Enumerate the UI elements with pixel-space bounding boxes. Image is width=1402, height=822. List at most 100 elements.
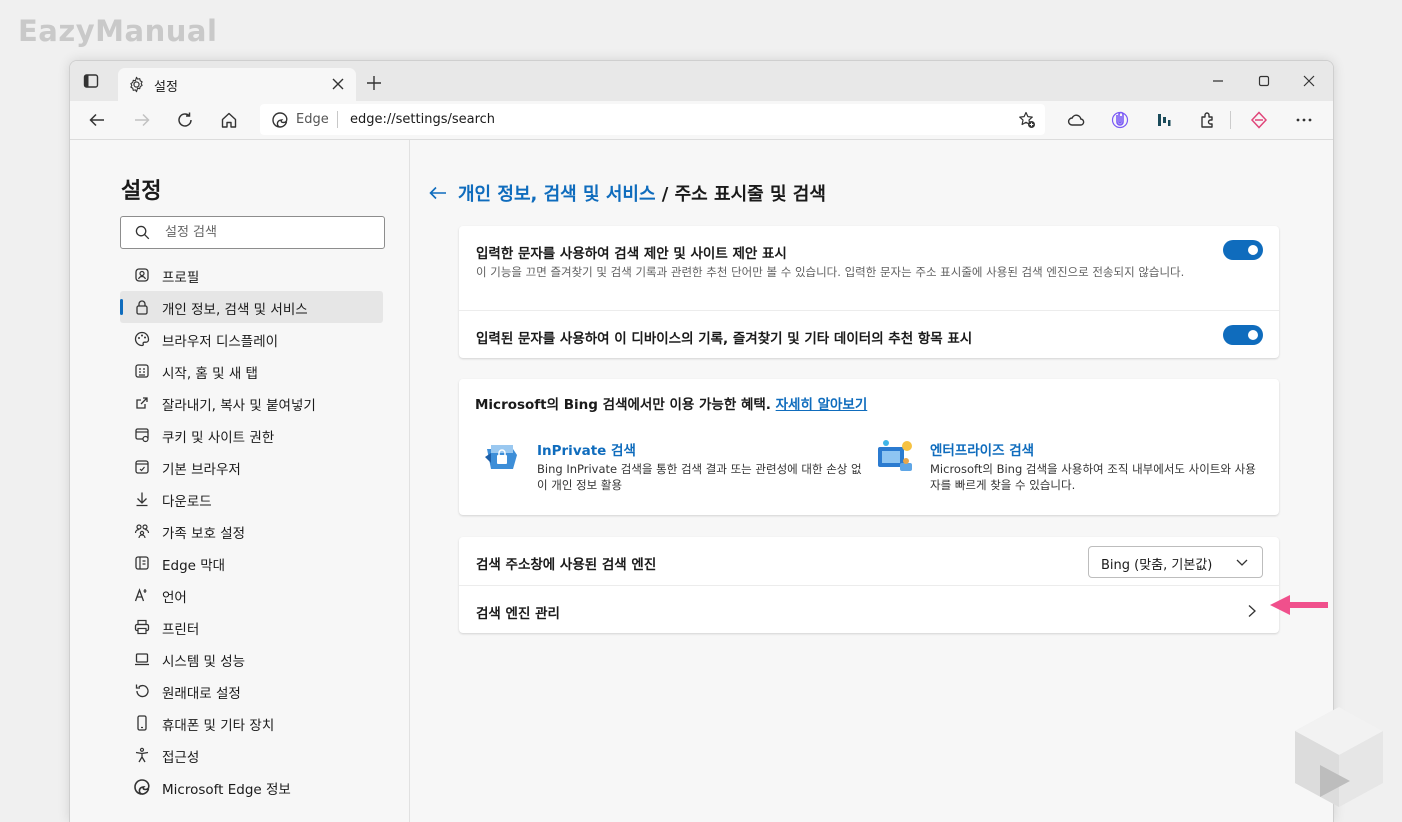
breadcrumb-parent-link[interactable]: 개인 정보, 검색 및 서비스 xyxy=(458,184,656,205)
sidebar-item-cookies[interactable]: 쿠키 및 사이트 권한 xyxy=(120,419,383,451)
settings-main: 개인 정보, 검색 및 서비스 / 주소 표시줄 및 검색 입력한 문자를 사용… xyxy=(410,140,1333,822)
inprivate-search-title[interactable]: InPrivate 검색 xyxy=(537,439,636,459)
manage-search-engines-label: 검색 엔진 관리 xyxy=(476,606,560,622)
sidebar-item-default-browser[interactable]: 기본 브라우저 xyxy=(120,451,383,483)
sidebar-item-printers[interactable]: 프린터 xyxy=(120,611,383,643)
tab-settings[interactable]: 설정 xyxy=(118,68,356,101)
add-favorite-icon[interactable] xyxy=(1018,111,1036,129)
gear-icon xyxy=(130,76,143,93)
sidebar-item-label: 잘라내기, 복사 및 붙여넣기 xyxy=(162,398,316,414)
sidebar-item-accessibility[interactable]: 접근성 xyxy=(120,739,383,771)
toolbar: Edge edge://settings/search xyxy=(70,101,1333,140)
sidebar-item-profile[interactable]: 프로필 xyxy=(120,259,383,291)
pink-pointer-arrow-icon xyxy=(1270,595,1328,615)
sidebar-item-family[interactable]: 가족 보호 설정 xyxy=(120,515,383,547)
lock-icon xyxy=(136,300,148,315)
bar-icon xyxy=(135,556,149,570)
sidebar-item-languages[interactable]: 언어 xyxy=(120,579,383,611)
clip-extension-icon[interactable] xyxy=(1111,111,1129,129)
chevron-right-icon xyxy=(1248,605,1256,617)
tab-actions-icon[interactable] xyxy=(83,73,99,89)
sidebar-item-reset[interactable]: 원래대로 설정 xyxy=(120,675,383,707)
search-engine-card: 검색 주소창에 사용된 검색 엔진 Bing (맞춤, 기본값) 검색 엔진 관… xyxy=(459,537,1279,633)
sidebar-item-label: 휴대폰 및 기타 장치 xyxy=(162,718,275,734)
sidebar-item-label: 프로필 xyxy=(162,270,200,286)
extensions-icon[interactable] xyxy=(1199,111,1217,129)
settings-sidebar: 설정 프로필 개인 정보, 검색 및 서비스 브라우저 디스플레이 xyxy=(70,140,410,822)
learn-more-link[interactable]: 자세히 알아보기 xyxy=(776,397,868,413)
history-suggestions-title: 입력된 문자를 사용하여 이 디바이스의 기록, 즐겨찾기 및 기타 데이터의 … xyxy=(476,331,973,347)
url-text[interactable]: edge://settings/search xyxy=(350,112,495,127)
sidebar-item-label: 언어 xyxy=(162,590,187,606)
address-bar[interactable]: Edge edge://settings/search xyxy=(260,104,1045,135)
sidebar-item-label: 시작, 홈 및 새 탭 xyxy=(162,366,258,382)
minimize-icon[interactable] xyxy=(1210,73,1226,89)
edge-logo-icon xyxy=(272,112,288,128)
phone-icon xyxy=(137,715,147,731)
browser-icon xyxy=(135,460,149,474)
maximize-icon[interactable] xyxy=(1256,73,1272,89)
search-engine-row: 검색 주소창에 사용된 검색 엔진 Bing (맞춤, 기본값) xyxy=(459,537,1279,586)
cookie-icon xyxy=(135,428,149,443)
profile-extension-icon[interactable] xyxy=(1250,111,1268,129)
bing-benefits-card: Microsoft의 Bing 검색에서만 이용 가능한 혜택. 자세히 알아보… xyxy=(459,379,1279,515)
sidebar-item-phone[interactable]: 휴대폰 및 기타 장치 xyxy=(120,707,383,739)
palette-icon xyxy=(134,331,150,347)
sidebar-item-system[interactable]: 시스템 및 성능 xyxy=(120,643,383,675)
sidebar-item-label: Edge 막대 xyxy=(162,558,226,574)
sidebar-item-downloads[interactable]: 다운로드 xyxy=(120,483,383,515)
history-suggestions-toggle[interactable] xyxy=(1223,325,1263,345)
home-icon[interactable] xyxy=(220,111,238,129)
back-icon[interactable] xyxy=(88,111,106,129)
watermark-logo: EazyManual xyxy=(18,14,218,48)
sidebar-nav: 프로필 개인 정보, 검색 및 서비스 브라우저 디스플레이 시작, 홈 및 새… xyxy=(120,259,383,803)
sidebar-item-appearance[interactable]: 브라우저 디스플레이 xyxy=(120,323,383,355)
sidebar-item-start-home[interactable]: 시작, 홈 및 새 탭 xyxy=(120,355,383,387)
cloud-icon[interactable] xyxy=(1067,111,1085,129)
sidebar-item-label: 시스템 및 성능 xyxy=(162,654,246,670)
home-grid-icon xyxy=(135,364,149,378)
bing-benefits-text: Microsoft의 Bing 검색에서만 이용 가능한 혜택. xyxy=(475,397,776,413)
bars-extension-icon[interactable] xyxy=(1155,111,1173,129)
sidebar-item-label: 쿠키 및 사이트 권한 xyxy=(162,430,275,446)
reset-icon xyxy=(135,684,149,698)
refresh-icon[interactable] xyxy=(176,111,194,129)
sidebar-item-label: 원래대로 설정 xyxy=(162,686,241,702)
search-engine-label: 검색 주소창에 사용된 검색 엔진 xyxy=(476,557,657,573)
edge-label: Edge xyxy=(296,112,329,127)
sidebar-item-label: 브라우저 디스플레이 xyxy=(162,334,279,350)
close-tab-icon[interactable] xyxy=(331,77,345,91)
sidebar-item-edge-bar[interactable]: Edge 막대 xyxy=(120,547,383,579)
tab-title: 설정 xyxy=(154,80,178,95)
search-icon xyxy=(135,225,150,240)
laptop-icon xyxy=(135,653,149,666)
search-engine-selected: Bing (맞춤, 기본값) xyxy=(1101,558,1213,573)
sidebar-item-privacy[interactable]: 개인 정보, 검색 및 서비스 xyxy=(120,291,383,323)
printer-icon xyxy=(134,619,150,635)
search-engine-dropdown[interactable]: Bing (맞춤, 기본값) xyxy=(1088,546,1263,578)
search-suggestions-row: 입력한 문자를 사용하여 검색 제안 및 사이트 제안 표시 이 기능을 끄면 … xyxy=(459,226,1279,311)
search-suggestions-desc: 이 기능을 끄면 즐겨찾기 및 검색 기록과 관련한 추천 단어만 볼 수 있습… xyxy=(476,265,1185,279)
close-window-icon[interactable] xyxy=(1301,73,1317,89)
sidebar-item-label: 기본 브라우저 xyxy=(162,462,241,478)
inprivate-search-desc: Bing InPrivate 검색을 통한 검색 결과 또는 관련성에 대한 손… xyxy=(537,462,862,492)
sidebar-item-label: Microsoft Edge 정보 xyxy=(162,782,291,798)
suggestions-card: 입력한 문자를 사용하여 검색 제안 및 사이트 제안 표시 이 기능을 끄면 … xyxy=(459,226,1279,358)
tab-bar: 설정 xyxy=(70,61,1333,101)
back-arrow-icon[interactable] xyxy=(428,185,448,201)
address-separator xyxy=(337,111,338,128)
sidebar-item-about-edge[interactable]: Microsoft Edge 정보 xyxy=(120,771,383,803)
search-suggestions-toggle[interactable] xyxy=(1223,240,1263,260)
forward-icon[interactable] xyxy=(133,111,151,129)
settings-search-input[interactable] xyxy=(165,223,365,241)
sidebar-item-label: 개인 정보, 검색 및 서비스 xyxy=(162,302,308,318)
new-tab-icon[interactable] xyxy=(366,75,382,91)
sidebar-item-label: 접근성 xyxy=(162,750,200,766)
sidebar-item-share-copy-paste[interactable]: 잘라내기, 복사 및 붙여넣기 xyxy=(120,387,383,419)
manage-search-engines-row[interactable]: 검색 엔진 관리 xyxy=(459,586,1279,633)
download-icon xyxy=(136,492,148,507)
more-options-icon[interactable] xyxy=(1295,111,1313,129)
settings-search-box[interactable] xyxy=(120,216,385,249)
accessibility-icon xyxy=(135,747,149,763)
enterprise-search-title[interactable]: 엔터프라이즈 검색 xyxy=(930,439,1034,459)
